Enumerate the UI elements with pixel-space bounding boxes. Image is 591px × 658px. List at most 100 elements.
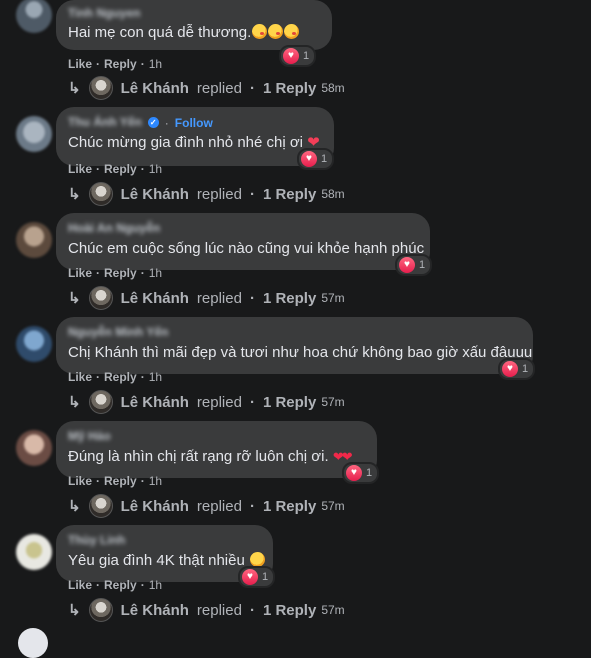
reply-arrow-icon: ↳ <box>68 498 81 515</box>
heart-icon: ♥ <box>301 151 317 167</box>
replied-label: replied <box>196 79 242 97</box>
reply-time: 58m <box>321 81 345 95</box>
reply-button[interactable]: Reply <box>104 474 137 488</box>
reply-button[interactable]: Reply <box>104 370 137 384</box>
replied-label: replied <box>196 601 242 619</box>
reaction-count: 1 <box>522 363 529 375</box>
reply-arrow-icon: ↳ <box>68 80 81 97</box>
reply-time: 57m <box>321 499 345 513</box>
avatar <box>88 494 113 518</box>
reply-button[interactable]: Reply <box>104 266 137 280</box>
avatar[interactable] <box>16 222 52 258</box>
avatar[interactable] <box>16 430 52 466</box>
comment-text: Đúng là nhìn chị rất rạng rỡ luôn chị ơi… <box>68 448 329 465</box>
replies-link[interactable]: ↳ Lê Khánh replied · 1 Reply 58m <box>68 76 345 100</box>
reply-count: 1 Reply <box>262 79 317 97</box>
replier-name: Lê Khánh <box>120 289 189 307</box>
reply-time: 57m <box>321 603 345 617</box>
comment-bubble: Nguyễn Minh Yến Chị Khánh thì mãi đẹp và… <box>56 317 533 374</box>
comment-text: Hai mẹ con quá dễ thương. <box>68 24 252 41</box>
comment-bubble: Mỹ Hảo Đúng là nhìn chị rất rạng rỡ luôn… <box>56 421 377 478</box>
heart-icon: ♥ <box>242 569 258 585</box>
comment-bubble: Thu Ánh Yến ✓ · Follow Chúc mừng gia đìn… <box>56 107 334 166</box>
replier-name: Lê Khánh <box>120 79 189 97</box>
avatar[interactable] <box>18 628 48 658</box>
comment-item: Mỹ Hảo Đúng là nhìn chị rất rạng rỡ luôn… <box>0 421 591 525</box>
comment-item: Thùy Linh Yêu gia đình 4K thật nhiều ♥ 1… <box>0 525 591 629</box>
avatar[interactable] <box>16 326 52 362</box>
replies-link[interactable]: ↳ Lê Khánh replied · 1 Reply 57m <box>68 494 345 518</box>
follow-button[interactable]: Follow <box>175 116 213 130</box>
kissing-face-icon <box>252 24 268 39</box>
verified-badge-icon: ✓ <box>147 117 159 128</box>
comment-author[interactable]: Hoài An Nguyễn <box>68 221 160 236</box>
reply-button[interactable]: Reply <box>104 578 137 592</box>
avatar <box>88 390 113 414</box>
comment-time[interactable]: 1h <box>149 370 162 384</box>
reply-arrow-icon: ↳ <box>68 186 81 203</box>
comment-item: Thu Ánh Yến ✓ · Follow Chúc mừng gia đìn… <box>0 107 591 211</box>
comment-bubble: Tinh Nguyen Hai mẹ con quá dễ thương. <box>56 0 332 50</box>
replier-name: Lê Khánh <box>120 185 189 203</box>
like-button[interactable]: Like <box>68 370 92 384</box>
replied-label: replied <box>196 393 242 411</box>
comment-author[interactable]: Thu Ánh Yến <box>68 115 142 130</box>
like-button[interactable]: Like <box>68 162 92 176</box>
replier-name: Lê Khánh <box>120 497 189 515</box>
replies-link[interactable]: ↳ Lê Khánh replied · 1 Reply 57m <box>68 598 345 622</box>
comment-time[interactable]: 1h <box>149 57 162 71</box>
kissing-face-icon <box>284 24 300 39</box>
comment-text: Yêu gia đình 4K thật nhiều <box>68 552 245 569</box>
like-button[interactable]: Like <box>68 578 92 592</box>
reply-time: 58m <box>321 187 345 201</box>
like-button[interactable]: Like <box>68 266 92 280</box>
replied-label: replied <box>196 497 242 515</box>
avatar <box>88 286 113 310</box>
avatar <box>88 76 113 100</box>
avatar <box>88 598 113 622</box>
reply-time: 57m <box>321 395 345 409</box>
comment-item: Tinh Nguyen Hai mẹ con quá dễ thương. ♥ … <box>0 0 591 104</box>
smiling-face-with-hearts-icon <box>249 552 265 567</box>
comment-time[interactable]: 1h <box>149 578 162 592</box>
comment-time[interactable]: 1h <box>149 162 162 176</box>
reply-button[interactable]: Reply <box>104 162 137 176</box>
comment-time[interactable]: 1h <box>149 266 162 280</box>
replies-link[interactable]: ↳ Lê Khánh replied · 1 Reply 57m <box>68 286 345 310</box>
like-button[interactable]: Like <box>68 57 92 71</box>
comment-author[interactable]: Mỹ Hảo <box>68 429 111 444</box>
replier-name: Lê Khánh <box>120 601 189 619</box>
avatar[interactable] <box>16 534 52 570</box>
like-button[interactable]: Like <box>68 474 92 488</box>
reaction-badge[interactable]: ♥ 1 <box>395 254 433 276</box>
reaction-badge[interactable]: ♥ 1 <box>342 462 380 484</box>
avatar[interactable] <box>16 0 52 33</box>
reaction-badge[interactable]: ♥ 1 <box>297 148 335 170</box>
reply-button[interactable]: Reply <box>104 57 137 71</box>
heart-icon: ♥ <box>283 48 299 64</box>
reaction-badge[interactable]: ♥ 1 <box>279 45 317 67</box>
comment-item: Nguyễn Minh Yến Chị Khánh thì mãi đẹp và… <box>0 317 591 421</box>
replies-link[interactable]: ↳ Lê Khánh replied · 1 Reply 57m <box>68 390 345 414</box>
replied-label: replied <box>196 185 242 203</box>
comment-author[interactable]: Nguyễn Minh Yến <box>68 325 168 340</box>
comment-author[interactable]: Tinh Nguyen <box>68 6 140 21</box>
reply-arrow-icon: ↳ <box>68 290 81 307</box>
kissing-face-icon <box>268 24 284 39</box>
reaction-badge[interactable]: ♥ 1 <box>238 566 276 588</box>
reply-count: 1 Reply <box>262 601 317 619</box>
reply-arrow-icon: ↳ <box>68 602 81 619</box>
avatar[interactable] <box>16 116 52 152</box>
reaction-badge[interactable]: ♥ 1 <box>498 358 536 380</box>
comment-author[interactable]: Thùy Linh <box>68 533 125 548</box>
reaction-count: 1 <box>419 259 426 271</box>
reaction-count: 1 <box>321 153 328 165</box>
replier-name: Lê Khánh <box>120 393 189 411</box>
reaction-count: 1 <box>366 467 373 479</box>
heart-icon: ♥ <box>399 257 415 273</box>
replies-link[interactable]: ↳ Lê Khánh replied · 1 Reply 58m <box>68 182 345 206</box>
comment-time[interactable]: 1h <box>149 474 162 488</box>
comment-item: Hoài An Nguyễn Chúc em cuộc sống lúc nào… <box>0 213 591 317</box>
comment-text: Chúc em cuộc sống lúc nào cũng vui khỏe … <box>68 240 425 257</box>
comment-text: Chúc mừng gia đình nhỏ nhé chị ơi <box>68 134 304 151</box>
